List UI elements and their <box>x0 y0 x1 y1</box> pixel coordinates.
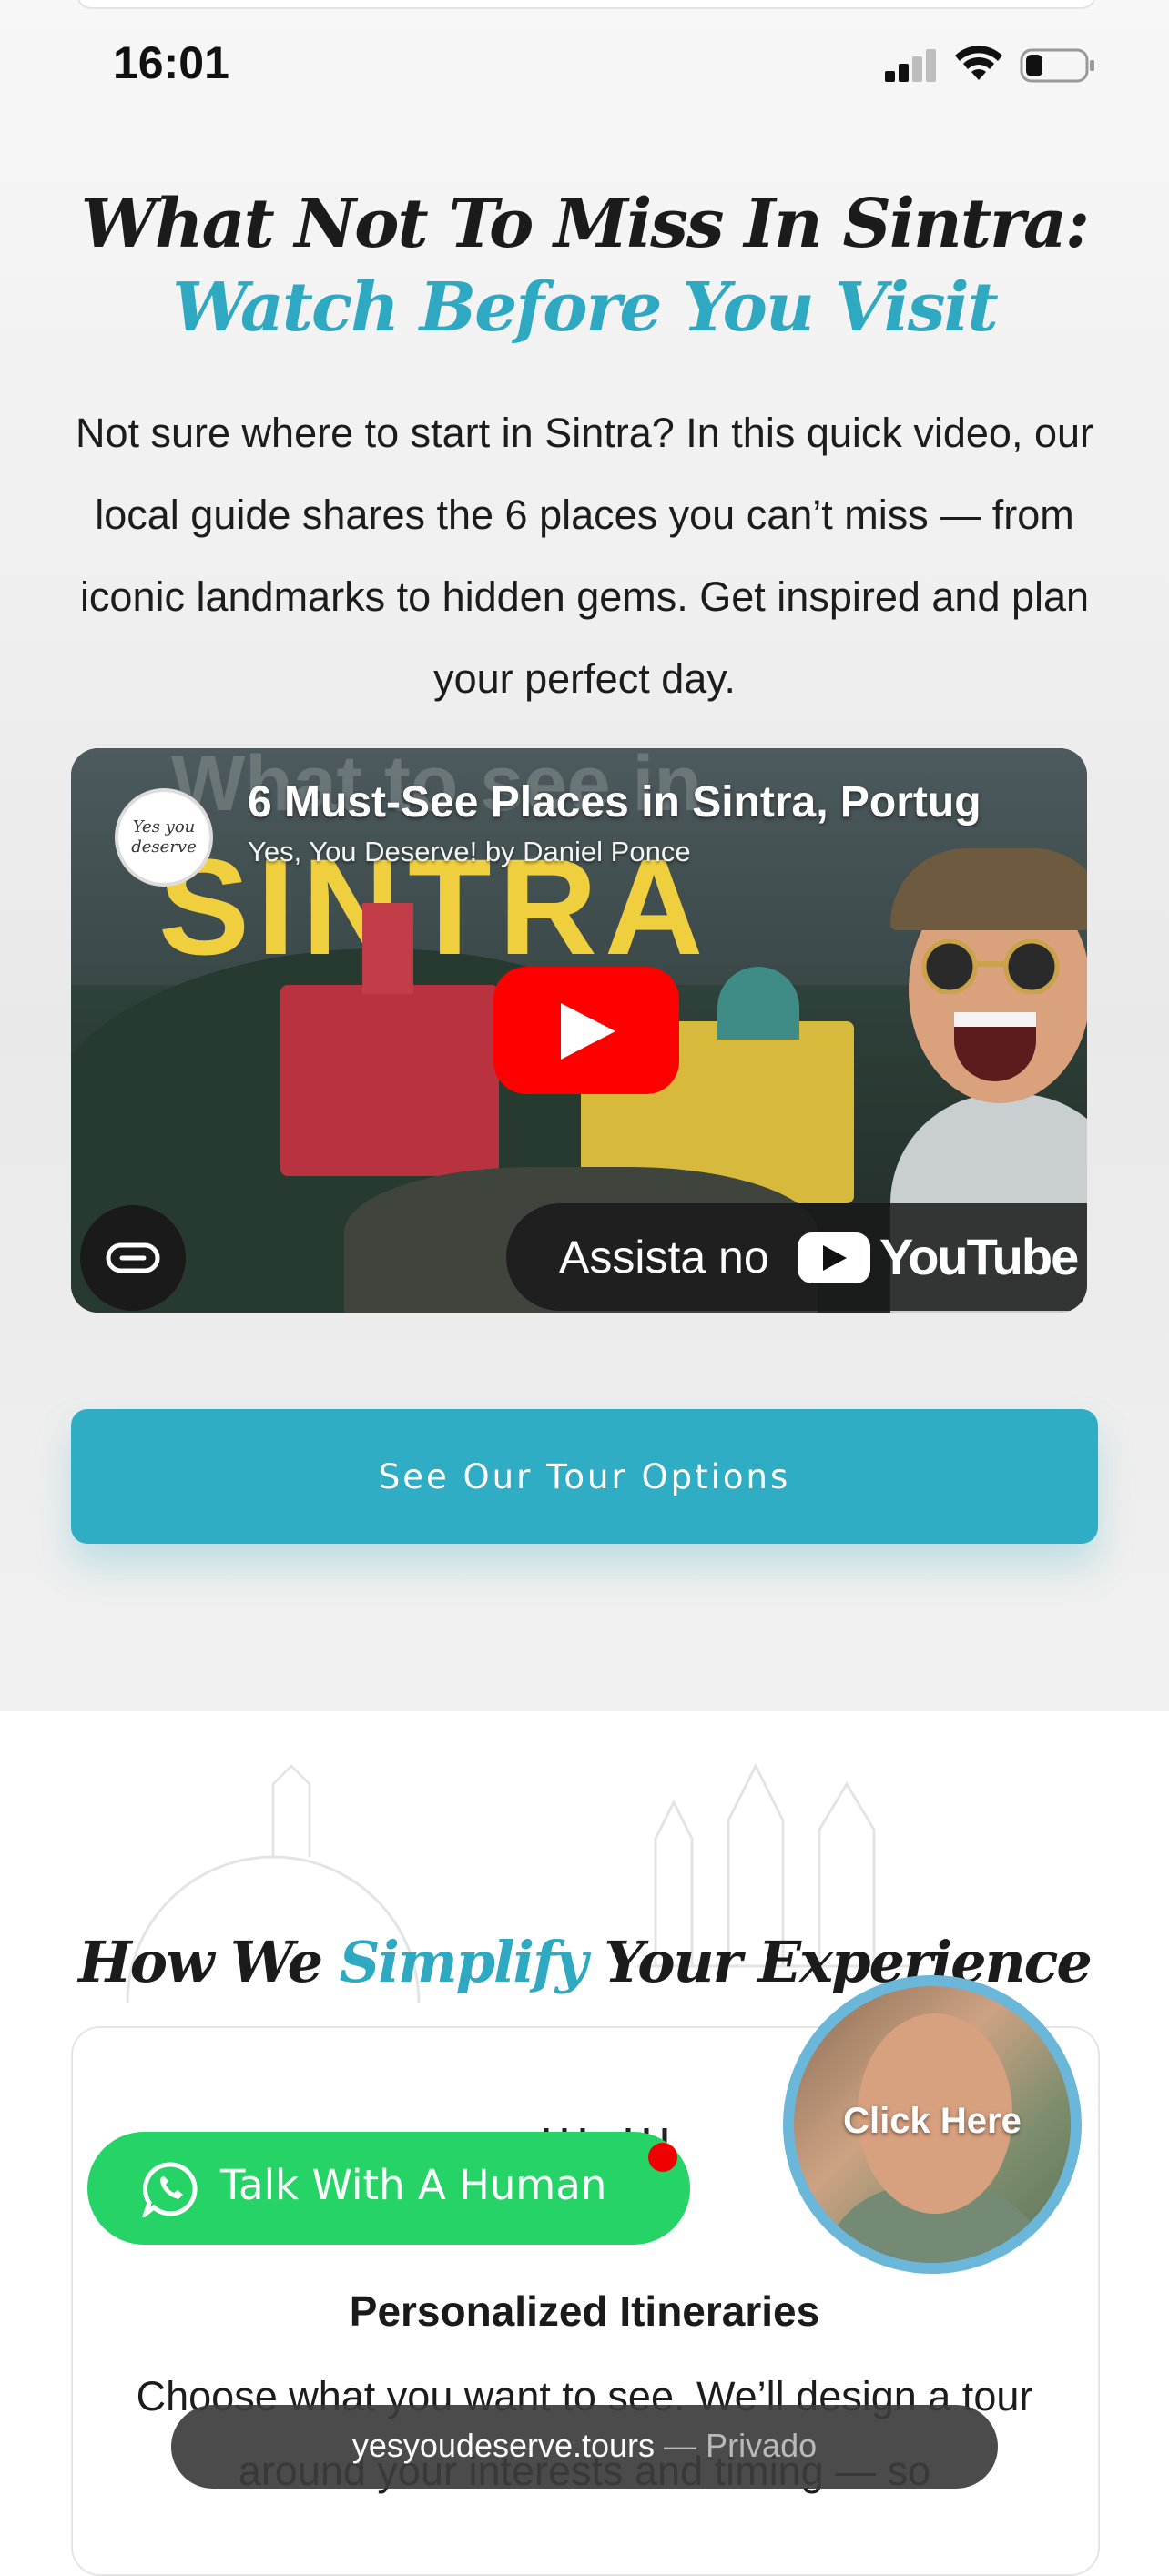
pena-palace-dome <box>717 967 799 1040</box>
intro-paragraph: Not sure where to start in Sintra? In th… <box>75 410 1094 702</box>
page-title-dark: What Not To Miss In Sintra: <box>80 184 1091 263</box>
feature-title: Personalized Itineraries <box>349 2287 820 2335</box>
page-title-accent: Watch Before You Visit <box>172 268 999 347</box>
url-text: yesyoudeserve.tours — Privado <box>171 2427 998 2465</box>
youtube-video-embed[interactable]: What to see in SINTRA Yes you deserve 6 … <box>71 748 1087 1313</box>
wifi-icon <box>955 46 1002 80</box>
copy-link-button[interactable] <box>80 1205 186 1311</box>
channel-avatar[interactable]: Yes you deserve <box>115 788 213 887</box>
talk-with-human-button[interactable]: Talk With A Human <box>87 2132 690 2245</box>
cellular-signal-icon <box>885 49 936 82</box>
watch-on-label: Assista no <box>559 1232 769 1283</box>
watch-on-youtube-button[interactable]: Assista no YouTube <box>506 1203 1087 1311</box>
video-chat-bubble[interactable]: Click Here <box>783 1975 1082 2274</box>
youtube-logo-icon <box>798 1232 870 1283</box>
video-title[interactable]: 6 Must-See Places in Sintra, Portug <box>248 777 1087 827</box>
channel-avatar-text: Yes you deserve <box>131 817 197 857</box>
see-tour-options-button[interactable]: See Our Tour Options <box>71 1409 1098 1544</box>
section-title-before: How We <box>78 1929 340 1996</box>
play-button[interactable] <box>493 967 679 1094</box>
video-channel-name[interactable]: Yes, You Deserve! by Daniel Ponce <box>248 836 691 868</box>
page-title: What Not To Miss In Sintra: Watch Before… <box>55 182 1114 350</box>
section-title-after: Your Experience <box>585 1929 1093 1996</box>
talk-with-human-label: Talk With A Human <box>220 2161 607 2209</box>
status-bar: 16:01 <box>0 0 1169 127</box>
whatsapp-icon <box>142 2162 198 2217</box>
status-time: 16:01 <box>113 37 229 88</box>
pena-palace-red-wing <box>280 903 499 1176</box>
browser-url-bar[interactable]: yesyoudeserve.tours — Privado <box>171 2405 998 2489</box>
click-here-label: Click Here <box>843 2101 1022 2141</box>
battery-icon <box>1020 48 1094 83</box>
notification-dot <box>648 2143 677 2172</box>
sunglasses-icon <box>921 939 1060 994</box>
play-icon <box>561 1003 615 1060</box>
link-icon <box>106 1242 160 1273</box>
guide-cap <box>890 848 1087 930</box>
private-mode-label: Privado <box>706 2427 818 2464</box>
youtube-wordmark: YouTube <box>879 1228 1079 1285</box>
section-title-accent: Simplify <box>339 1929 588 1996</box>
url-separator: — <box>655 2427 706 2464</box>
url-domain: yesyoudeserve.tours <box>351 2427 656 2464</box>
